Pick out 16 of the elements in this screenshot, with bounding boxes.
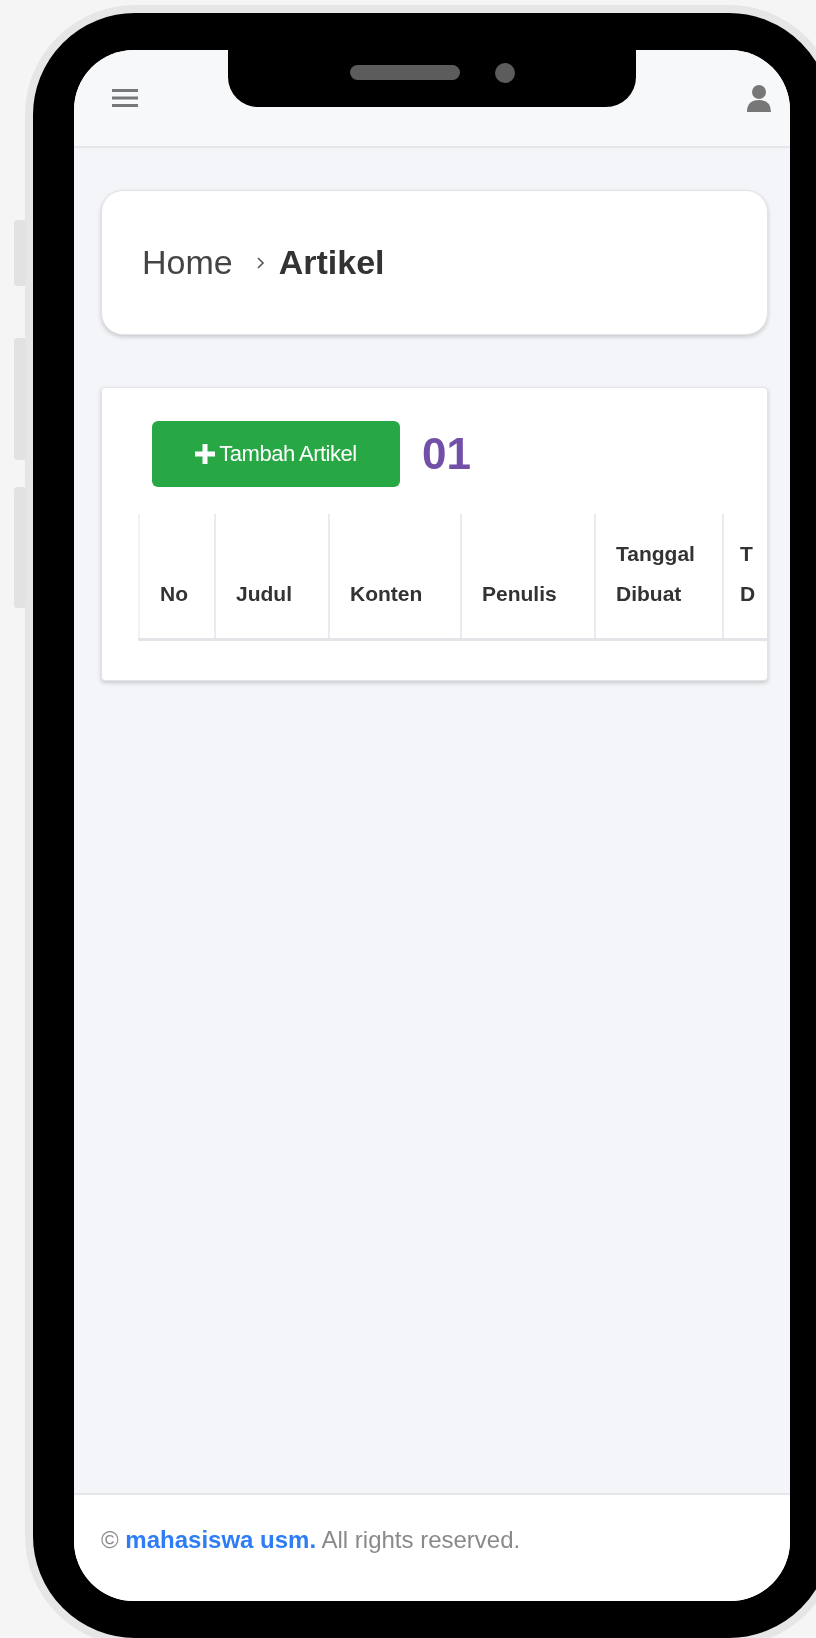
add-article-button[interactable]: Tambah Artikel xyxy=(152,421,400,487)
breadcrumb-current: Artikel xyxy=(278,243,385,282)
chevron-icon xyxy=(256,255,265,270)
column-header: Judul xyxy=(214,514,328,638)
column-header: Penulis xyxy=(460,514,594,638)
column-header: Tanggal Dibuat xyxy=(594,514,722,638)
column-header: Konten xyxy=(328,514,460,638)
plus-icon xyxy=(195,444,216,464)
user-icon[interactable] xyxy=(746,84,772,112)
menu-icon[interactable] xyxy=(112,87,138,109)
footer-text: © mahasiswa usm. All rights reserved. xyxy=(74,1493,790,1601)
brand-link[interactable]: mahasiswa usm. xyxy=(125,1526,317,1554)
step-number: 01 xyxy=(422,429,471,479)
column-header: No xyxy=(138,514,214,638)
column-header: T D xyxy=(722,514,760,638)
breadcrumb-link[interactable]: Home xyxy=(142,243,233,282)
